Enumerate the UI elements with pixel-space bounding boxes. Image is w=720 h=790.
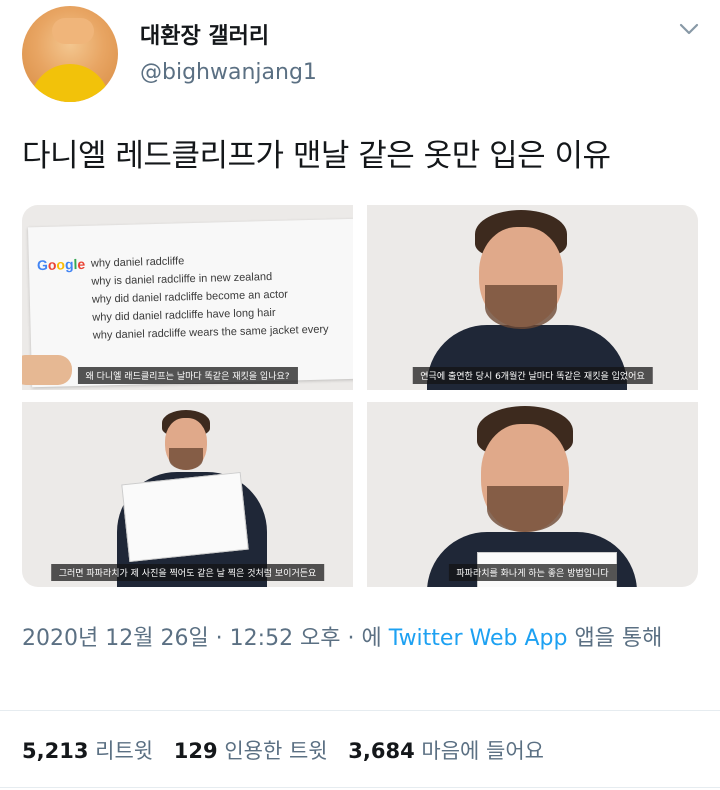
tweet-meta: 2020년 12월 26일 · 12:52 오후 · 에 Twitter Web… xyxy=(22,620,702,658)
like-count: 3,684 xyxy=(348,739,415,763)
video-subtitle: 파파라치를 화나게 하는 좋은 방법입니다 xyxy=(448,564,617,581)
retweet-label: 리트윗 xyxy=(95,739,154,763)
search-sign xyxy=(121,471,249,563)
media-tile-4[interactable]: 파파라치를 화나게 하는 좋은 방법입니다 xyxy=(367,402,698,587)
client-suffix: 앱을 통해 xyxy=(574,626,663,651)
timestamp[interactable]: 2020년 12월 26일 · 12:52 오후 · 에 xyxy=(22,626,382,651)
search-suggestion: why daniel radcliffe xyxy=(90,255,185,270)
quotes-stat[interactable]: 129 인용한 트윗 xyxy=(174,739,335,763)
google-search-card: Google why daniel radcliffe why is danie… xyxy=(27,218,353,388)
avatar-shirt xyxy=(30,64,110,102)
hand xyxy=(22,355,72,385)
user-handle[interactable]: @bighwanjang1 xyxy=(140,60,317,85)
avatar[interactable] xyxy=(22,6,118,102)
divider xyxy=(0,710,720,711)
display-name[interactable]: 대환장 갤러리 xyxy=(140,18,269,50)
media-tile-2[interactable]: 연극에 출연한 당시 6개월간 날마다 똑같은 재킷을 입었어요 xyxy=(367,205,698,390)
retweet-count: 5,213 xyxy=(22,739,89,763)
likes-stat[interactable]: 3,684 마음에 들어요 xyxy=(348,739,544,763)
chevron-down-icon[interactable] xyxy=(679,22,699,36)
google-logo: Google xyxy=(36,255,86,274)
video-subtitle: 왜 다니엘 래드클리프는 날마다 똑같은 재킷을 입나요? xyxy=(77,367,298,384)
media-tile-3[interactable]: 그러면 파파라치가 제 사진을 찍어도 같은 날 찍은 것처럼 보이거든요 xyxy=(22,402,353,587)
tweet-text: 다니엘 레드클리프가 맨날 같은 옷만 입은 이유 xyxy=(22,138,611,174)
retweets-stat[interactable]: 5,213 리트윗 xyxy=(22,739,160,763)
person xyxy=(367,402,698,587)
search-suggestion: why daniel radcliffe wears the same jack… xyxy=(92,323,329,342)
like-label: 마음에 들어요 xyxy=(421,739,545,763)
client-link[interactable]: Twitter Web App xyxy=(389,626,568,651)
video-subtitle: 연극에 출연한 당시 6개월간 날마다 똑같은 재킷을 입었어요 xyxy=(412,367,653,384)
engagement-stats: 5,213 리트윗 129 인용한 트윗 3,684 마음에 들어요 xyxy=(22,735,558,765)
person xyxy=(22,402,353,587)
search-suggestion: why is daniel radcliffe in new zealand xyxy=(91,270,273,288)
media-tile-1[interactable]: Google why daniel radcliffe why is danie… xyxy=(22,205,353,390)
divider xyxy=(0,787,720,788)
quote-count: 129 xyxy=(173,739,218,763)
media-grid: Google why daniel radcliffe why is danie… xyxy=(22,205,698,587)
person xyxy=(367,205,698,390)
quote-label: 인용한 트윗 xyxy=(224,739,328,763)
avatar-hand xyxy=(52,18,94,44)
video-subtitle: 그러면 파파라치가 제 사진을 찍어도 같은 날 찍은 것처럼 보이거든요 xyxy=(50,564,325,581)
search-suggestion: why did daniel radcliffe become an actor xyxy=(91,288,289,306)
search-suggestion: why did daniel radcliffe have long hair xyxy=(92,306,276,324)
